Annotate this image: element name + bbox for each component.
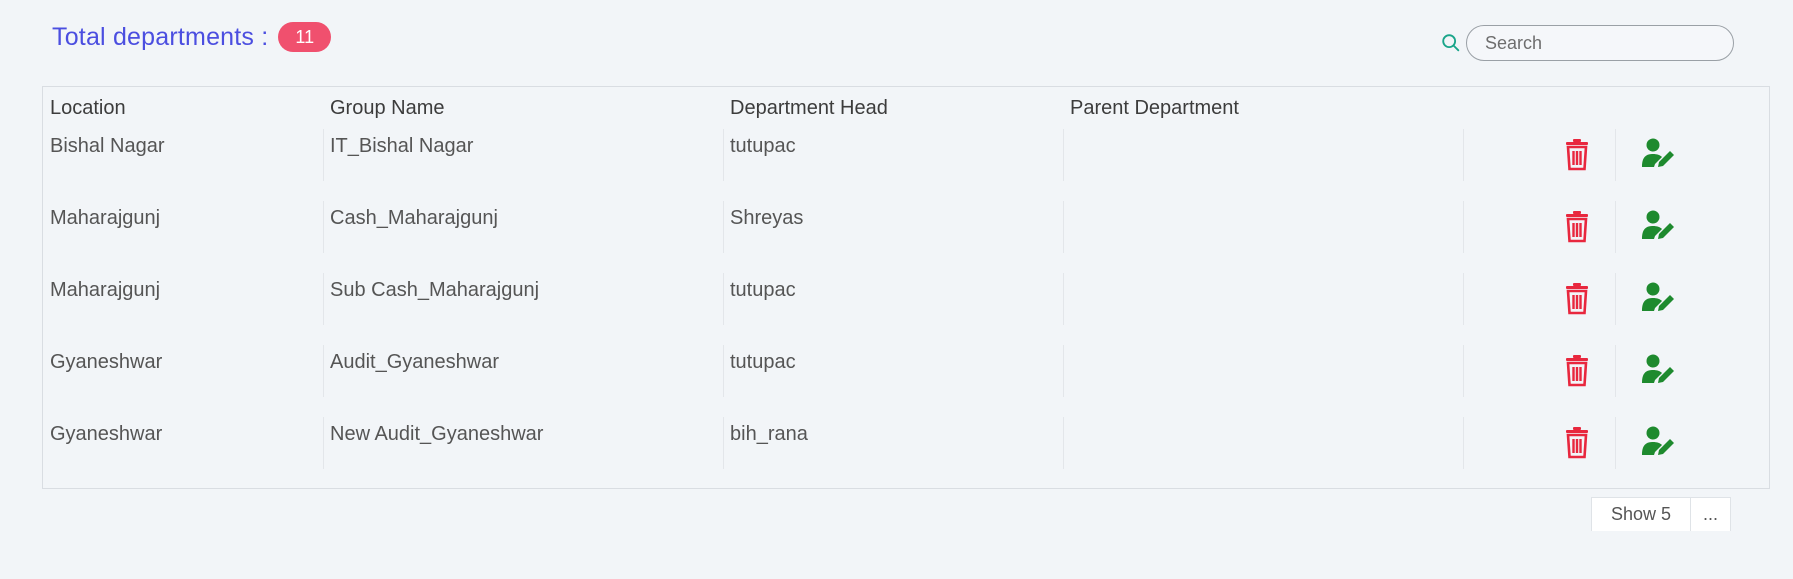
location-cell: Maharajgunj [50,279,161,301]
user-edit-icon[interactable] [1641,137,1677,171]
table-row: Bishal Nagar IT_Bishal Nagar tutupac [43,125,1769,197]
search-icon[interactable] [1440,32,1462,54]
trash-icon[interactable] [1561,209,1593,243]
department-head-cell: tutupac [730,135,796,157]
page-size-button[interactable]: Show 5 [1591,497,1691,531]
search-input[interactable] [1466,25,1734,61]
column-header-parent-department: Parent Department [1070,97,1239,119]
table-row: Gyaneshwar New Audit_Gyaneshwar bih_rana [43,413,1769,485]
pagination: Show 5 ... [1591,497,1731,531]
location-cell: Gyaneshwar [50,351,163,373]
location-cell: Maharajgunj [50,207,161,229]
group-name-cell: Audit_Gyaneshwar [330,351,499,373]
trash-icon[interactable] [1561,281,1593,315]
group-name-cell: New Audit_Gyaneshwar [330,423,544,445]
location-cell: Bishal Nagar [50,135,165,157]
column-header-group-name: Group Name [330,97,445,119]
column-header-department-head: Department Head [730,97,888,119]
total-departments-label: Total departments : [52,22,269,51]
trash-icon[interactable] [1561,137,1593,171]
table-row: Maharajgunj Cash_Maharajgunj Shreyas [43,197,1769,269]
user-edit-icon[interactable] [1641,281,1677,315]
group-name-cell: Sub Cash_Maharajgunj [330,279,540,301]
trash-icon[interactable] [1561,353,1593,387]
department-count-badge: 11 [278,22,332,52]
header-title: Total departments : 11 [52,22,332,52]
user-edit-icon[interactable] [1641,353,1677,387]
user-edit-icon[interactable] [1641,425,1677,459]
department-head-cell: tutupac [730,279,796,301]
trash-icon[interactable] [1561,425,1593,459]
department-head-cell: tutupac [730,351,796,373]
more-options-button[interactable]: ... [1691,497,1731,531]
user-edit-icon[interactable] [1641,209,1677,243]
table-row: Maharajgunj Sub Cash_Maharajgunj tutupac [43,269,1769,341]
group-name-cell: Cash_Maharajgunj [330,207,498,229]
search-bar [1440,25,1734,61]
department-head-cell: bih_rana [730,423,808,445]
location-cell: Gyaneshwar [50,423,163,445]
department-head-cell: Shreyas [730,207,804,229]
column-header-location: Location [50,97,126,119]
group-name-cell: IT_Bishal Nagar [330,135,474,157]
departments-table: Location Group Name Department Head Pare… [42,86,1770,489]
table-row: Gyaneshwar Audit_Gyaneshwar tutupac [43,341,1769,413]
